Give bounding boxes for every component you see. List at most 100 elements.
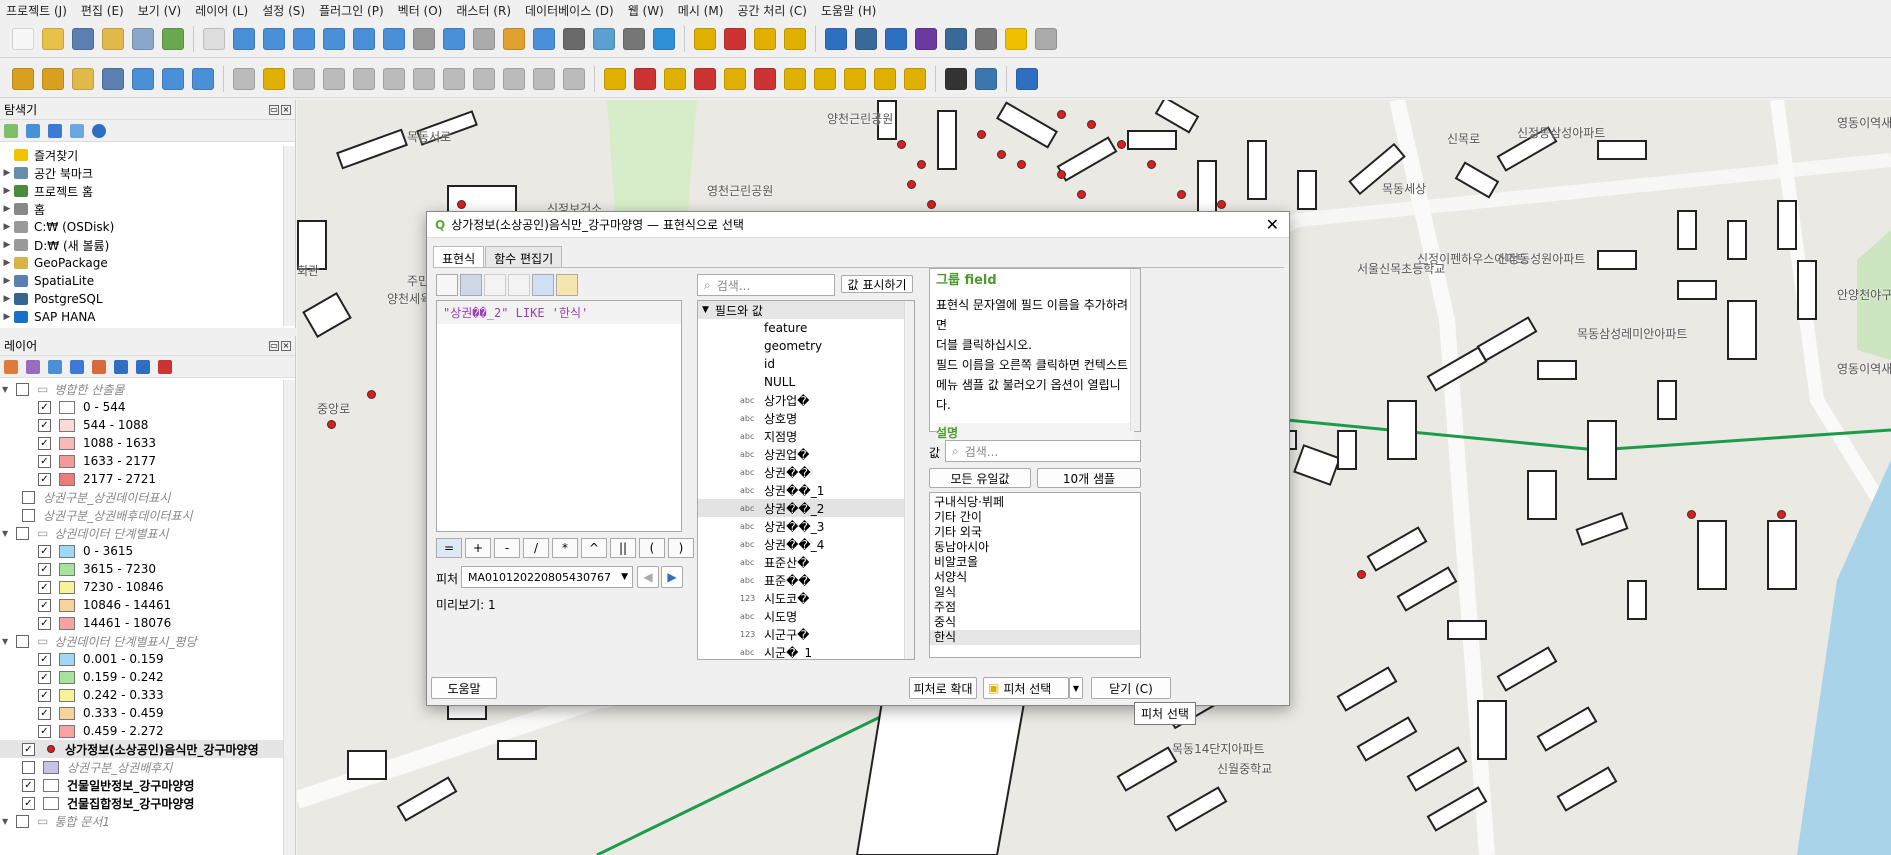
- toolbar-tool-icon[interactable]: [263, 67, 285, 90]
- map-point[interactable]: [1117, 140, 1126, 149]
- toolbar-tool-icon[interactable]: [413, 67, 435, 90]
- add-group-icon[interactable]: [26, 359, 40, 374]
- field-item[interactable]: feature: [698, 319, 914, 337]
- browser-item[interactable]: ▶ D:₩ (새 볼륨): [0, 236, 295, 254]
- toolbar-tool-icon[interactable]: [192, 67, 214, 90]
- layer-row[interactable]: ✓ 7230 - 10846: [0, 578, 295, 596]
- layer-row[interactable]: 상권구분_상권배후지: [0, 758, 295, 776]
- toolbar-tool-icon[interactable]: [814, 67, 836, 90]
- toolbar-tool-icon[interactable]: [383, 67, 405, 90]
- map-point[interactable]: [457, 200, 466, 209]
- toolbar-tool-icon[interactable]: [593, 27, 615, 50]
- float-icon[interactable]: ▭: [269, 340, 279, 351]
- toolbar-tool-icon[interactable]: [293, 67, 315, 90]
- menu-item[interactable]: 벡터 (O): [398, 2, 443, 19]
- values-search-input[interactable]: ⌕ 검색...: [945, 440, 1141, 462]
- operator-button[interactable]: +: [465, 538, 491, 558]
- layer-row[interactable]: ✓ 10846 - 14461: [0, 596, 295, 614]
- visibility-icon[interactable]: [48, 359, 62, 374]
- value-item[interactable]: 서양식: [930, 570, 1140, 585]
- layer-row[interactable]: ✓ 상가정보(소상공인)음식만_강구마양영: [0, 740, 295, 758]
- menu-item[interactable]: 편집 (E): [81, 2, 124, 19]
- field-item[interactable]: abc 상권업�: [698, 445, 914, 463]
- map-point[interactable]: [907, 180, 916, 189]
- import-icon[interactable]: [532, 274, 554, 296]
- layer-row[interactable]: ▼ ▭ 상권데이터 단계별표시_평당: [0, 632, 295, 650]
- toolbar-tool-icon[interactable]: [42, 67, 64, 90]
- value-item[interactable]: 기타 간이: [930, 510, 1140, 525]
- layer-checkbox[interactable]: ✓: [38, 670, 51, 684]
- layer-row[interactable]: ✓ 1633 - 2177: [0, 452, 295, 470]
- layer-row[interactable]: ✓ 0.159 - 0.242: [0, 668, 295, 686]
- toolbar-tool-icon[interactable]: [904, 67, 926, 90]
- map-point[interactable]: [1177, 190, 1186, 199]
- field-item[interactable]: abc 지점명: [698, 427, 914, 445]
- tree-scrollbar[interactable]: [904, 301, 914, 659]
- menu-item[interactable]: 래스터 (R): [456, 2, 511, 19]
- toolbar-tool-icon[interactable]: [724, 67, 746, 90]
- layer-checkbox[interactable]: ✓: [38, 688, 51, 702]
- toolbar-tool-icon[interactable]: [503, 67, 525, 90]
- toolbar-tool-icon[interactable]: [634, 67, 656, 90]
- toolbar-tool-icon[interactable]: [102, 27, 124, 50]
- toolbar-tool-icon[interactable]: [12, 67, 34, 90]
- remove-layer-icon[interactable]: [158, 359, 172, 374]
- toolbar-tool-icon[interactable]: [945, 27, 967, 50]
- toolbar-tool-icon[interactable]: [12, 27, 34, 50]
- toolbar-tool-icon[interactable]: [784, 67, 806, 90]
- browser-item[interactable]: ▶ 프로젝트 홈: [0, 182, 295, 200]
- toolbar-tool-icon[interactable]: [413, 27, 435, 50]
- toolbar-tool-icon[interactable]: [533, 27, 555, 50]
- map-point[interactable]: [1217, 200, 1226, 209]
- toolbar-tool-icon[interactable]: [915, 27, 937, 50]
- value-item[interactable]: 기타 외국: [930, 525, 1140, 540]
- value-item[interactable]: 비알코올: [930, 555, 1140, 570]
- filter-icon[interactable]: [70, 359, 84, 374]
- toolbar-tool-icon[interactable]: [844, 67, 866, 90]
- float-icon[interactable]: ▭: [269, 104, 279, 115]
- layer-checkbox[interactable]: ✓: [22, 778, 35, 792]
- feature-combo[interactable]: MA010120220805430767 ▼: [461, 566, 633, 588]
- value-item[interactable]: 구내식당·뷔페: [930, 495, 1140, 510]
- browser-scrollbar[interactable]: [283, 146, 295, 326]
- toolbar-tool-icon[interactable]: [132, 67, 154, 90]
- toolbar-tool-icon[interactable]: [975, 27, 997, 50]
- map-point[interactable]: [917, 160, 926, 169]
- map-point[interactable]: [997, 150, 1006, 159]
- prev-feature-button[interactable]: ◀: [637, 566, 659, 588]
- layer-row[interactable]: ✓ 0.242 - 0.333: [0, 686, 295, 704]
- toolbar-tool-icon[interactable]: [443, 67, 465, 90]
- layer-row[interactable]: ✓ 14461 - 18076: [0, 614, 295, 632]
- layer-checkbox[interactable]: ✓: [38, 580, 51, 594]
- all-unique-button[interactable]: 모든 유일값: [929, 468, 1031, 488]
- operator-button[interactable]: ^: [581, 538, 607, 558]
- layer-row[interactable]: ▼ ▭ 병합한 산출물: [0, 380, 295, 398]
- layer-checkbox[interactable]: ✓: [38, 724, 51, 738]
- layer-row[interactable]: ✓ 0 - 3615: [0, 542, 295, 560]
- browser-item[interactable]: ▶ SpatiaLite: [0, 272, 295, 290]
- map-point[interactable]: [1017, 160, 1026, 169]
- select-features-button[interactable]: ▣ 피처 선택: [983, 677, 1069, 699]
- toolbar-tool-icon[interactable]: [323, 67, 345, 90]
- field-tree[interactable]: ▼ 필드와 값 feature geometry id NULL abc 상가업� abc 상호…: [697, 300, 915, 660]
- menu-item[interactable]: 플러그인 (P): [319, 2, 384, 19]
- field-item[interactable]: abc 상권��_1: [698, 481, 914, 499]
- layer-row[interactable]: 상권구분_상권데이터표시: [0, 488, 295, 506]
- select-dropdown-button[interactable]: ▼: [1069, 677, 1083, 699]
- field-item[interactable]: abc 상가업�: [698, 391, 914, 409]
- toolbar-tool-icon[interactable]: [353, 27, 375, 50]
- tree-root[interactable]: ▼ 필드와 값: [698, 301, 914, 319]
- toolbar-tool-icon[interactable]: [563, 27, 585, 50]
- map-point[interactable]: [897, 140, 906, 149]
- layer-checkbox[interactable]: ✓: [38, 472, 51, 486]
- toolbar-tool-icon[interactable]: [233, 67, 255, 90]
- map-point[interactable]: [1057, 110, 1066, 119]
- field-item[interactable]: 123 시도코�: [698, 589, 914, 607]
- field-item[interactable]: geometry: [698, 337, 914, 355]
- dialog-close-icon[interactable]: ✕: [1266, 215, 1279, 234]
- map-point[interactable]: [1077, 190, 1086, 199]
- help-button[interactable]: 도움말: [431, 677, 497, 699]
- map-point[interactable]: [1777, 510, 1786, 519]
- field-item[interactable]: abc 표준��: [698, 571, 914, 589]
- toolbar-tool-icon[interactable]: [825, 27, 847, 50]
